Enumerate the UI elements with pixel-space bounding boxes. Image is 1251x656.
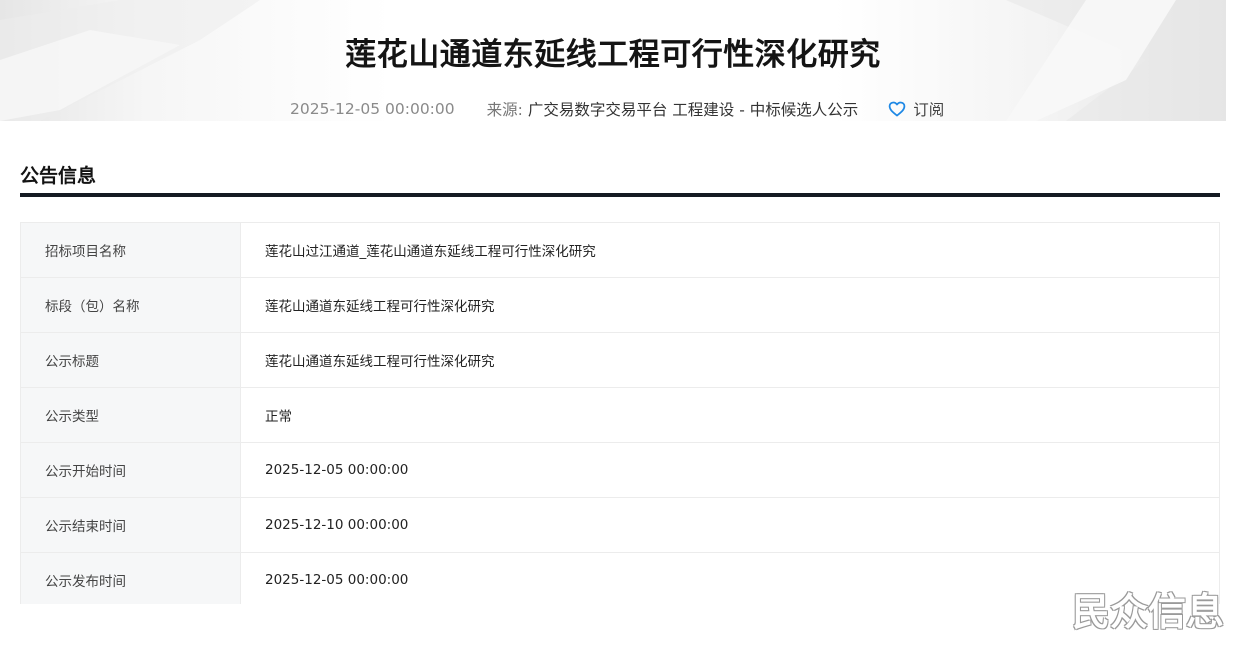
heart-outline-icon [888, 101, 906, 117]
row-label: 公示类型 [21, 388, 241, 442]
row-label: 标段（包）名称 [21, 278, 241, 332]
meta-bar: 2025-12-05 00:00:00 来源: 广交易数字交易平台 工程建设 - … [290, 98, 944, 120]
publish-date: 2025-12-05 00:00:00 [290, 100, 455, 118]
watermark: 民众信息 [1072, 590, 1225, 634]
row-value: 正常 [265, 409, 292, 425]
table-row: 公示类型 正常 [21, 388, 1219, 443]
row-value: 2025-12-05 00:00:00 [265, 462, 409, 478]
table-row: 招标项目名称 莲花山过江通道_莲花山通道东延线工程可行性深化研究 [21, 223, 1219, 278]
table-row: 标段（包）名称 莲花山通道东延线工程可行性深化研究 [21, 278, 1219, 333]
row-label: 招标项目名称 [21, 223, 241, 277]
subscribe-button[interactable]: 订阅 [888, 98, 944, 120]
source-info: 来源: 广交易数字交易平台 工程建设 - 中标候选人公示 [487, 98, 859, 120]
row-value: 2025-12-10 00:00:00 [265, 517, 409, 533]
row-label: 公示发布时间 [21, 553, 241, 604]
info-table: 招标项目名称 莲花山过江通道_莲花山通道东延线工程可行性深化研究 标段（包）名称… [20, 222, 1220, 604]
table-row: 公示结束时间 2025-12-10 00:00:00 [21, 498, 1219, 553]
row-value: 莲花山通道东延线工程可行性深化研究 [265, 299, 495, 315]
row-value: 莲花山过江通道_莲花山通道东延线工程可行性深化研究 [265, 244, 596, 260]
section-title: 公告信息 [20, 165, 97, 187]
announcement-page: 莲花山通道东延线工程可行性深化研究 2025-12-05 00:00:00 来源… [0, 0, 1251, 656]
table-row: 公示开始时间 2025-12-05 00:00:00 [21, 443, 1219, 498]
row-label: 公示结束时间 [21, 498, 241, 552]
row-value: 莲花山通道东延线工程可行性深化研究 [265, 354, 495, 370]
table-row: 公示发布时间 2025-12-05 00:00:00 [21, 553, 1219, 604]
row-label: 公示标题 [21, 333, 241, 387]
table-row: 公示标题 莲花山通道东延线工程可行性深化研究 [21, 333, 1219, 388]
row-label: 公示开始时间 [21, 443, 241, 497]
subscribe-label: 订阅 [913, 101, 945, 119]
header-banner: 莲花山通道东延线工程可行性深化研究 2025-12-05 00:00:00 来源… [0, 0, 1226, 121]
section-divider [20, 193, 1220, 197]
source-label: 来源: [486, 101, 523, 119]
page-title: 莲花山通道东延线工程可行性深化研究 [345, 37, 881, 73]
source-link[interactable]: 广交易数字交易平台 工程建设 - 中标候选人公示 [528, 101, 858, 119]
